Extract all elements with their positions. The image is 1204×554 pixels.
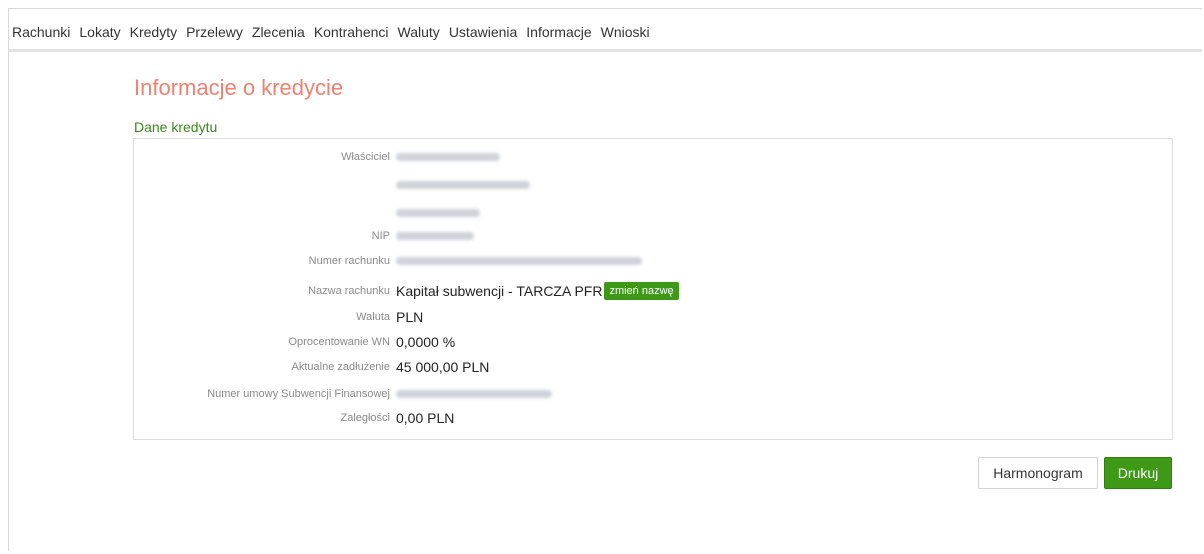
- nav-item-informacje[interactable]: Informacje: [526, 24, 591, 40]
- nip-label: NIP: [371, 230, 390, 242]
- nav-item-przelewy[interactable]: Przelewy: [186, 24, 243, 40]
- nav-item-kredyty[interactable]: Kredyty: [130, 24, 177, 40]
- interest-label: Oprocentowanie WN: [288, 336, 391, 348]
- nav-item-rachunki[interactable]: Rachunki: [12, 24, 70, 40]
- account-number-redacted: [396, 257, 642, 265]
- credit-details-panel: Właściciel NIP Numer rachunku Nazwa rach…: [133, 138, 1173, 440]
- detail-row-currency: Waluta PLN: [134, 306, 423, 328]
- print-button[interactable]: Drukuj: [1104, 457, 1172, 489]
- debt-label: Aktualne zadłużenie: [291, 361, 390, 373]
- currency-value: PLN: [396, 309, 424, 325]
- account-name-label: Nazwa rachunku: [308, 285, 390, 297]
- owner-address-redacted: [396, 181, 530, 189]
- rename-account-button[interactable]: zmień nazwę: [604, 282, 679, 300]
- agreement-label: Numer umowy Subwencji Finansowej: [207, 388, 390, 400]
- detail-row-arrears: Zaległości 0,00 PLN: [134, 407, 454, 429]
- nav-item-wnioski[interactable]: Wnioski: [601, 24, 650, 40]
- section-label-dane-kredytu: Dane kredytu: [134, 119, 218, 135]
- arrears-value: 0,00 PLN: [396, 410, 455, 426]
- arrears-label: Zaległości: [340, 412, 390, 424]
- page-title: Informacje o kredycie: [134, 75, 344, 100]
- nav-item-lokaty[interactable]: Lokaty: [79, 24, 120, 40]
- account-number-label: Numer rachunku: [308, 255, 390, 267]
- detail-row-owner-address-1: [134, 174, 530, 196]
- detail-row-interest: Oprocentowanie WN 0,0000 %: [134, 331, 456, 353]
- currency-label: Waluta: [356, 311, 390, 323]
- account-name-value: Kapitał subwencji - TARCZA PFR: [396, 283, 603, 299]
- interest-value: 0,0000 %: [396, 334, 456, 350]
- nav-item-zlecenia[interactable]: Zlecenia: [252, 24, 305, 40]
- nav-divider: [9, 49, 1202, 52]
- debt-value: 45 000,00 PLN: [396, 359, 490, 375]
- owner-name-redacted: [396, 153, 500, 161]
- owner-label: Właściciel: [341, 151, 390, 163]
- detail-row-account-name: Nazwa rachunku Kapitał subwencji - TARCZ…: [134, 280, 679, 302]
- detail-row-owner: Właściciel: [134, 146, 500, 168]
- detail-row-owner-address-2: [134, 202, 480, 224]
- nav-item-ustawienia[interactable]: Ustawienia: [449, 24, 517, 40]
- detail-row-account-number: Numer rachunku: [134, 250, 642, 272]
- detail-row-debt: Aktualne zadłużenie 45 000,00 PLN: [134, 356, 490, 378]
- agreement-number-redacted: [396, 390, 552, 398]
- main-nav: Rachunki Lokaty Kredyty Przelewy Zleceni…: [12, 24, 659, 40]
- nip-value-redacted: [396, 232, 474, 240]
- nav-item-kontrahenci[interactable]: Kontrahenci: [314, 24, 389, 40]
- nav-item-waluty[interactable]: Waluty: [398, 24, 440, 40]
- detail-row-agreement: Numer umowy Subwencji Finansowej: [134, 383, 552, 405]
- owner-city-redacted: [396, 209, 480, 217]
- detail-row-nip: NIP: [134, 225, 474, 247]
- schedule-button[interactable]: Harmonogram: [978, 457, 1098, 489]
